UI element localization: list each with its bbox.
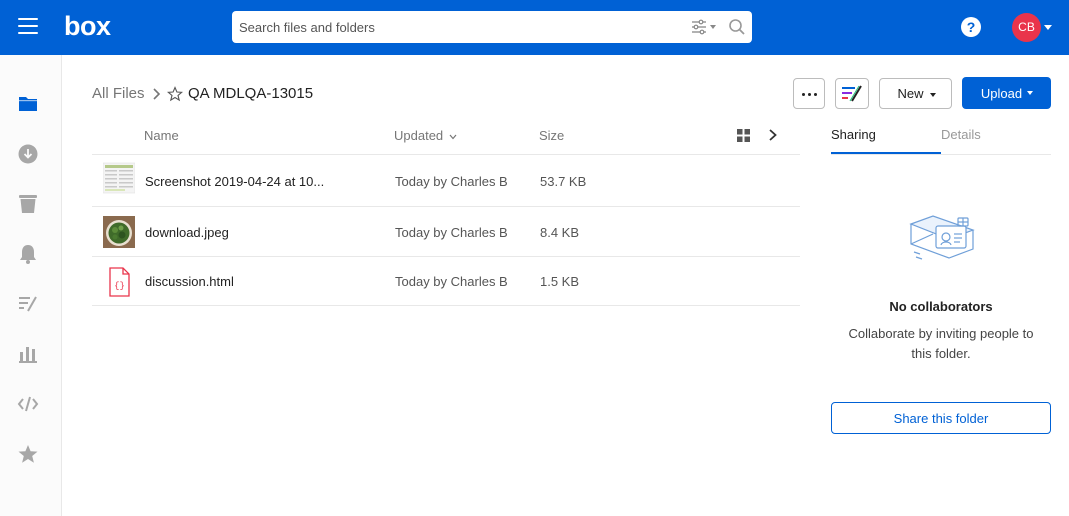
user-avatar[interactable]: CB: [1012, 13, 1041, 42]
box-notes-icon: [842, 85, 862, 102]
file-updated: Today by Charles B: [395, 174, 508, 189]
filter-options-icon[interactable]: [691, 19, 717, 35]
breadcrumb-all-files[interactable]: All Files: [92, 85, 145, 102]
share-folder-button[interactable]: Share this folder: [831, 402, 1051, 434]
file-name[interactable]: discussion.html: [145, 274, 234, 289]
chevron-down-icon[interactable]: [1044, 25, 1052, 30]
search-bar: [232, 11, 752, 43]
trash-icon[interactable]: [17, 193, 39, 215]
hamburger-menu-icon[interactable]: [18, 18, 38, 34]
empty-state-description: Collaborate by inviting people to this f…: [848, 326, 1034, 361]
top-header: box ? CB: [0, 0, 1069, 55]
file-size: 53.7 KB: [540, 174, 587, 189]
tab-sharing[interactable]: Sharing: [831, 127, 876, 142]
download-icon[interactable]: [17, 143, 39, 165]
favorite-star-icon[interactable]: [167, 86, 183, 102]
box-notes-button[interactable]: [835, 78, 869, 109]
tab-divider: [831, 154, 1051, 155]
left-navigation: [0, 55, 62, 516]
file-size: 8.4 KB: [540, 225, 580, 240]
file-row[interactable]: {} discussion.html Today by Charles B 1.…: [92, 257, 800, 307]
svg-text:{}: {}: [114, 281, 125, 291]
file-row[interactable]: Screenshot 2019-04-24 at 10... Today by …: [92, 157, 800, 207]
file-row[interactable]: download.jpeg Today by Charles B 8.4 KB: [92, 207, 800, 257]
bell-icon[interactable]: [17, 243, 39, 265]
notes-icon[interactable]: [17, 293, 39, 315]
column-header-size[interactable]: Size: [539, 128, 564, 143]
search-input[interactable]: [232, 11, 672, 43]
breadcrumb-current-folder: QA MDLQA-13015: [188, 85, 314, 102]
file-name[interactable]: download.jpeg: [145, 225, 229, 240]
search-icon[interactable]: [728, 18, 746, 36]
grid-view-icon[interactable]: [737, 129, 750, 142]
column-header-updated[interactable]: Updated: [394, 128, 457, 143]
folder-icon[interactable]: [17, 92, 39, 114]
list-divider: [92, 154, 800, 155]
code-file-icon: {}: [109, 267, 130, 297]
help-icon[interactable]: ?: [961, 17, 981, 37]
upload-button-label: Upload: [980, 85, 1023, 101]
active-tab-indicator: [831, 152, 941, 154]
new-button[interactable]: New: [879, 78, 952, 109]
photo-thumbnail: [103, 216, 135, 248]
box-logo[interactable]: box: [64, 12, 111, 40]
file-name[interactable]: Screenshot 2019-04-24 at 10...: [145, 174, 324, 189]
analytics-icon[interactable]: [17, 343, 39, 365]
more-options-button[interactable]: [793, 78, 825, 109]
chevron-down-icon: [1027, 91, 1033, 95]
sort-chevron-down-icon: [449, 134, 457, 139]
empty-state-title: No collaborators: [889, 299, 993, 314]
chevron-down-icon: [930, 93, 936, 97]
collaborators-envelope-icon: [909, 215, 975, 260]
file-updated: Today by Charles B: [395, 274, 508, 289]
chevron-right-icon: [153, 88, 161, 100]
new-button-label: New: [897, 86, 924, 101]
list-divider: [92, 305, 800, 306]
upload-button[interactable]: Upload: [962, 77, 1051, 109]
screenshot-thumbnail: [103, 162, 135, 194]
file-updated: Today by Charles B: [395, 225, 508, 240]
code-icon[interactable]: [17, 393, 39, 415]
column-header-updated-label: Updated: [394, 128, 444, 143]
toggle-sidebar-chevron-icon[interactable]: [768, 128, 778, 142]
tab-details[interactable]: Details: [941, 127, 981, 142]
file-size: 1.5 KB: [540, 274, 580, 289]
column-header-name[interactable]: Name: [144, 128, 179, 143]
star-icon[interactable]: [17, 443, 39, 465]
